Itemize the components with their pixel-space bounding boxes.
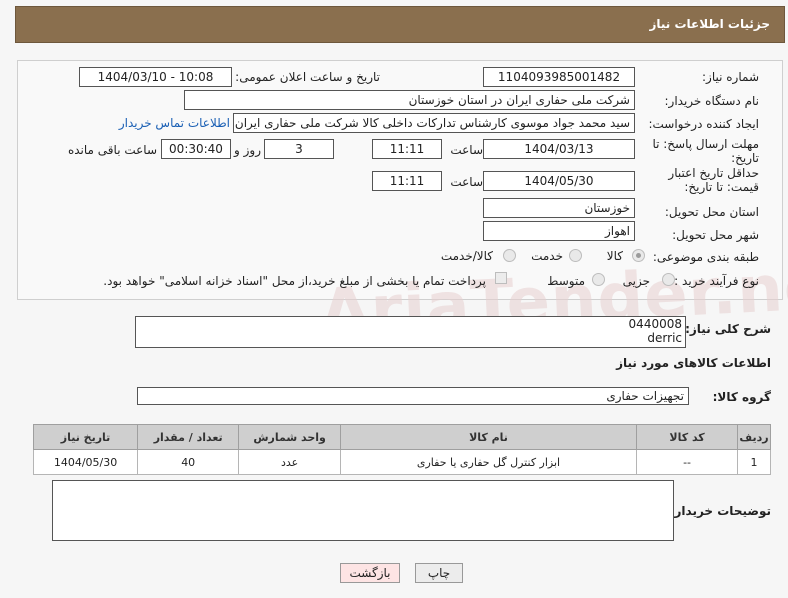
price-time-label: ساعت	[450, 175, 483, 189]
cell-row: 1	[737, 449, 771, 475]
goods-section-title: اطلاعات کالاهای مورد نیاز	[616, 356, 771, 370]
city-label: شهر محل تحویل:	[672, 228, 759, 242]
category-option-service: خدمت	[531, 249, 563, 263]
category-radio-goods[interactable]	[632, 249, 645, 262]
province-field: خوزستان	[483, 198, 635, 218]
cell-code: --	[636, 449, 739, 475]
table-header-row: ردیف کد کالا نام کالا واحد شمارش تعداد /…	[32, 424, 771, 450]
need-number-label: شماره نیاز:	[702, 70, 759, 84]
price-time-field: 11:11	[372, 171, 442, 191]
reply-date-field: 1404/03/13	[483, 139, 635, 159]
remaining-label: ساعت باقی مانده	[67, 143, 157, 157]
category-option-goods: کالا	[606, 249, 623, 263]
goods-table: ردیف کد کالا نام کالا واحد شمارش تعداد /…	[32, 424, 771, 475]
col-code: کد کالا	[636, 424, 739, 450]
buyer-org-field: شرکت ملی حفاری ایران در استان خوزستان	[184, 90, 635, 110]
announce-label: تاریخ و ساعت اعلان عمومی:	[235, 70, 380, 84]
category-label: طبقه بندی موضوعی:	[652, 250, 759, 264]
treasury-payment-note: پرداخت تمام یا بخشی از مبلغ خرید،از محل …	[103, 274, 486, 288]
category-radio-goods-service[interactable]	[503, 249, 516, 262]
process-option-medium: متوسط	[547, 274, 585, 288]
reply-time-label: ساعت	[450, 143, 483, 157]
back-button[interactable]: بازگشت	[340, 563, 400, 583]
days-field: 3	[264, 139, 334, 159]
need-number-field: 1104093985001482	[483, 67, 635, 87]
category-radio-service[interactable]	[569, 249, 582, 262]
goods-group-label: گروه کالا:	[712, 390, 771, 404]
process-option-minor: جزیی	[622, 274, 650, 288]
buyer-notes-textarea[interactable]	[52, 480, 674, 541]
city-field: اهواز	[483, 221, 635, 241]
buyer-org-label: نام دستگاه خریدار:	[664, 94, 760, 108]
buyer-notes-label: توضیحات خریدار:	[669, 504, 771, 518]
cell-name: ابزار کنترل گل حفاری یا حفاری	[339, 449, 638, 475]
print-button[interactable]: چاپ	[415, 563, 463, 583]
description-line-1: 0440008	[628, 317, 682, 331]
category-option-goods-service: کالا/خدمت	[440, 249, 493, 263]
cell-quantity: 40	[137, 449, 240, 475]
reply-time-field: 11:11	[372, 139, 442, 159]
col-unit: واحد شمارش	[238, 424, 341, 450]
page-header: جزئیات اطلاعات نیاز	[15, 6, 785, 43]
price-date-field: 1404/05/30	[483, 171, 635, 191]
description-label: شرح کلی نیاز:	[685, 322, 771, 336]
buyer-contact-link[interactable]: اطلاعات تماس خریدار	[119, 116, 230, 130]
description-line-2: derric	[647, 331, 682, 345]
col-name: نام کالا	[339, 424, 638, 450]
announce-datetime-field: 1404/03/10 - 10:08	[79, 67, 232, 87]
remaining-time-field: 00:30:40	[161, 139, 231, 159]
creator-field: سید محمد جواد موسوی کارشناس تدارکات داخل…	[233, 113, 635, 133]
col-quantity: تعداد / مقدار	[137, 424, 240, 450]
creator-label: ایجاد کننده درخواست:	[648, 117, 759, 131]
page-title: جزئیات اطلاعات نیاز	[649, 17, 770, 31]
cell-need-date: 1404/05/30	[32, 449, 139, 475]
province-label: استان محل تحویل:	[664, 205, 759, 219]
description-textarea[interactable]: 0440008 derric	[135, 316, 686, 348]
table-row: 1 -- ابزار کنترل گل حفاری یا حفاری عدد 4…	[32, 449, 771, 475]
reply-deadline-label: مهلت ارسال پاسخ: تا تاریخ:	[652, 137, 759, 165]
cell-unit: عدد	[238, 449, 341, 475]
goods-group-field: تجهیزات حفاری	[137, 387, 689, 405]
price-validity-label: حداقل تاریخ اعتبار قیمت: تا تاریخ:	[668, 166, 759, 194]
col-need-date: تاریخ نیاز	[32, 424, 139, 450]
col-row: ردیف	[737, 424, 771, 450]
process-label: نوع فرآیند خرید :	[674, 274, 759, 288]
process-radio-minor[interactable]	[662, 273, 675, 286]
treasury-payment-checkbox[interactable]	[495, 272, 507, 284]
days-label: روز و	[234, 143, 261, 157]
process-radio-medium[interactable]	[592, 273, 605, 286]
